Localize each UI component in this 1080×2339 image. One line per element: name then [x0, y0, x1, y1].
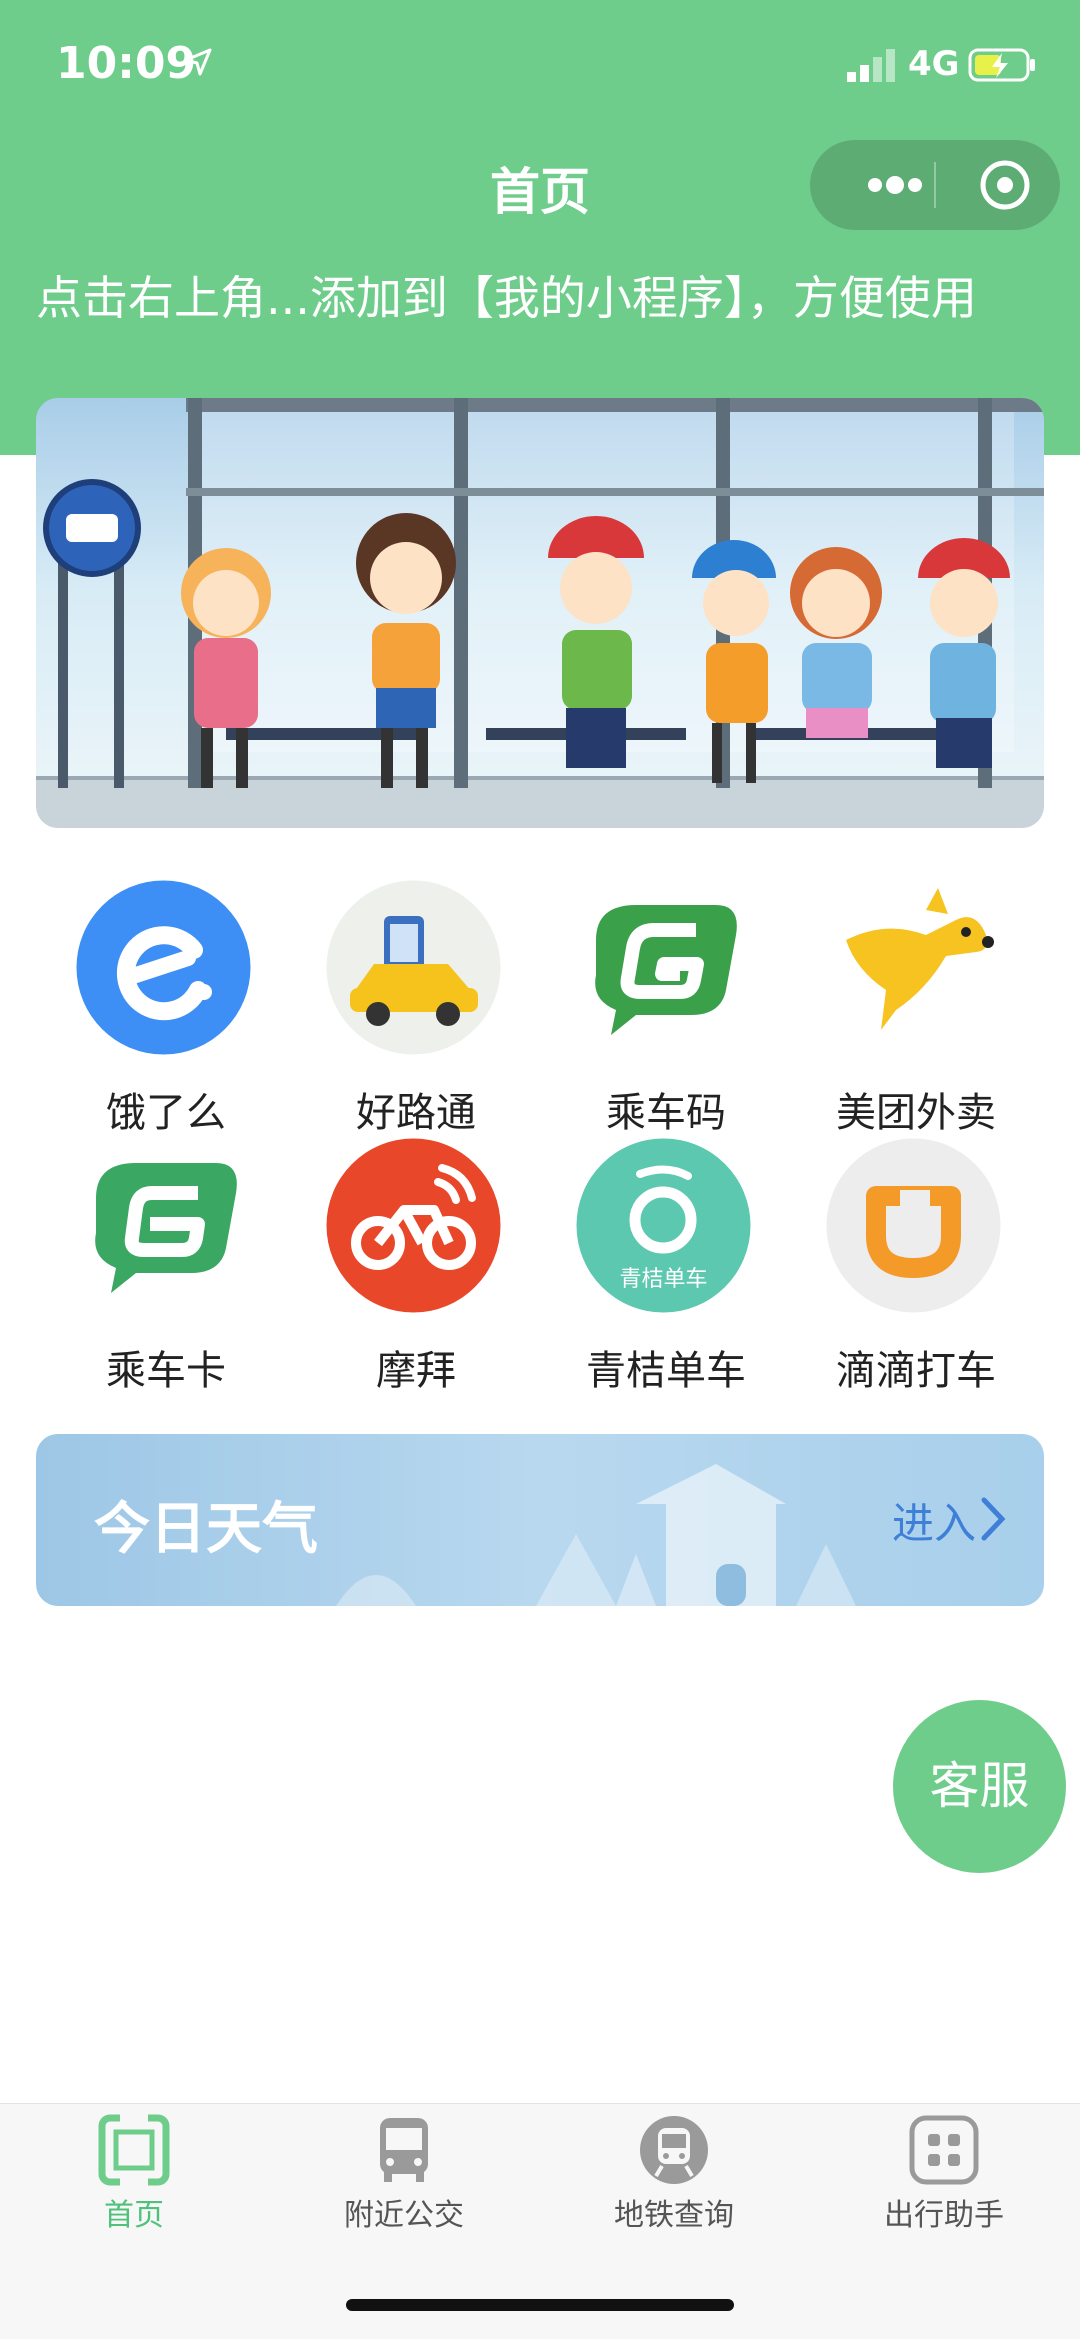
grid-apps-icon: [909, 2115, 979, 2185]
status-time: 10:09: [56, 38, 197, 89]
app-mobike[interactable]: 摩拜: [286, 1138, 516, 1394]
tab-label: 首页: [104, 2198, 164, 2233]
miniprogram-capsule: [810, 140, 1060, 230]
header: 10:09 4G 首页 点击右上角...添加到【我的小程序】，方便使用: [0, 0, 1080, 455]
tab-travel-assistant[interactable]: 出行助手: [844, 2114, 1044, 2234]
capsule-divider: [934, 162, 936, 208]
app-label: 滴滴打车: [836, 1348, 996, 1394]
cellular-signal-icon: [847, 49, 895, 82]
page: 10:09 4G 首页 点击右上角...添加到【我的小程序】，方便使用 饿了么 …: [0, 0, 1080, 2339]
tab-label: 出行助手: [884, 2198, 1004, 2233]
qingju-badge: 青桔单车: [619, 1267, 707, 1292]
app-label: 好路通: [356, 1090, 476, 1136]
app-didi[interactable]: 滴滴打车: [786, 1138, 1016, 1394]
close-miniprogram-icon[interactable]: [960, 140, 1050, 230]
app-qingju-bike[interactable]: 青桔单车 青桔单车: [536, 1138, 766, 1394]
weather-card[interactable]: 今日天气 进入: [36, 1434, 1044, 1606]
app-label: 美团外卖: [836, 1090, 996, 1136]
status-bar: 10:09 4G: [0, 0, 1080, 135]
customer-service-button[interactable]: 客服: [893, 1700, 1066, 1873]
metro-icon: [640, 2116, 708, 2184]
app-label: 摩拜: [376, 1348, 456, 1394]
app-label: 乘车卡: [106, 1348, 226, 1394]
bus-icon: [380, 2118, 428, 2182]
didi-icon: [826, 1138, 1001, 1313]
more-icon[interactable]: [850, 140, 940, 230]
add-to-miniprogram-tip: 点击右上角...添加到【我的小程序】，方便使用: [36, 271, 977, 325]
tab-label: 附近公交: [344, 2198, 464, 2233]
app-ride-card[interactable]: 乘车卡: [36, 1138, 266, 1394]
tab-metro[interactable]: 地铁查询: [574, 2114, 774, 2234]
app-label: 乘车码: [606, 1090, 726, 1136]
weather-enter-link[interactable]: 进入: [892, 1490, 976, 1551]
meituan-waimai-icon: [846, 888, 994, 1030]
chevron-right-icon: [981, 1497, 1006, 1541]
ride-card-icon: [95, 1163, 237, 1293]
ride-code-icon: [595, 905, 737, 1035]
app-label: 青桔单车: [586, 1348, 746, 1394]
app-meituan-waimai[interactable]: 美团外卖: [786, 880, 1016, 1136]
banner-image[interactable]: [36, 398, 1044, 828]
tab-home[interactable]: 首页: [34, 2114, 234, 2234]
app-ride-code[interactable]: 乘车码: [536, 880, 766, 1136]
app-haolutong[interactable]: 好路通: [286, 880, 516, 1136]
mobike-icon: [326, 1138, 501, 1313]
eleme-icon: [76, 880, 251, 1055]
bus-stop-illustration: [36, 398, 1044, 828]
tab-label: 地铁查询: [614, 2198, 734, 2233]
network-type: 4G: [908, 44, 960, 84]
location-arrow-icon: [184, 48, 212, 76]
app-label: 饿了么: [106, 1090, 226, 1136]
haolutong-icon: [326, 880, 501, 1055]
weather-title: 今日天气: [94, 1497, 318, 1562]
tab-nearby-bus[interactable]: 附近公交: [304, 2114, 504, 2234]
app-eleme[interactable]: 饿了么: [36, 880, 266, 1136]
home-scan-icon: [98, 2114, 170, 2186]
battery-charging-icon: [968, 48, 1035, 82]
home-indicator[interactable]: [346, 2299, 734, 2311]
qingju-bike-icon: 青桔单车: [576, 1138, 751, 1313]
